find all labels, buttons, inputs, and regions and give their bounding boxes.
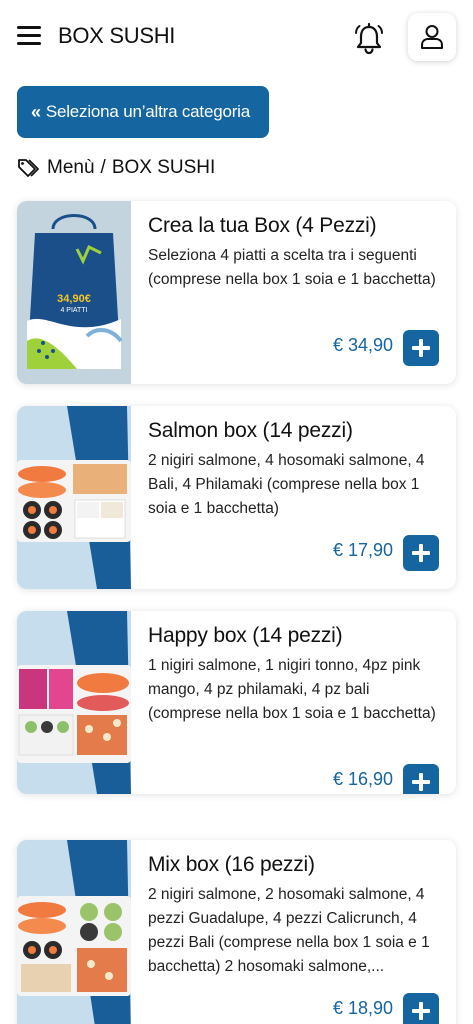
add-to-cart-button[interactable] (403, 330, 439, 366)
product-description: 1 nigiri salmone, 1 nigiri tonno, 4pz pi… (148, 657, 436, 722)
back-button-label: Seleziona un’altra categoria (45, 102, 251, 121)
product-price: € 34,90 (332, 335, 393, 355)
bell-icon[interactable] (352, 22, 386, 56)
product-card[interactable]: Salmon box (14 pezzi) 2 nigiri salmone, … (17, 406, 456, 589)
product-image-bag: 34,90€ 4 PIATTI (17, 201, 131, 384)
page-title: BOX SUSHI (58, 23, 176, 48)
product-price: € 18,90 (332, 998, 393, 1018)
product-description: Seleziona 4 piatti a scelta tra i seguen… (148, 247, 436, 288)
back-to-categories-button[interactable]: « Seleziona un’altra categoria (17, 86, 269, 138)
product-image-happy-box (17, 611, 131, 794)
product-price: € 16,90 (332, 769, 393, 789)
breadcrumb: Menù / BOX SUSHI (17, 155, 215, 181)
product-name: Crea la tua Box (4 Pezzi) (148, 214, 377, 237)
add-to-cart-button[interactable] (403, 993, 439, 1024)
product-name: Mix box (16 pezzi) (148, 853, 315, 876)
product-description: 2 nigiri salmone, 4 hosomaki salmone, 4 … (148, 452, 425, 517)
breadcrumb-root[interactable]: Menù (47, 157, 95, 179)
bag-price-label: 34,90€ (57, 293, 91, 305)
product-image-mix-box (17, 840, 131, 1024)
product-card[interactable]: 34,90€ 4 PIATTI Crea la tua Box (4 Pezzi… (17, 201, 456, 384)
breadcrumb-separator: / (100, 157, 106, 178)
user-profile-button[interactable] (408, 13, 456, 61)
bag-piatti-label: 4 PIATTI (60, 307, 88, 314)
add-to-cart-button[interactable] (403, 764, 439, 794)
product-card[interactable]: Happy box (14 pezzi) 1 nigiri salmone, 1… (17, 611, 456, 794)
user-icon (421, 25, 443, 49)
product-name: Salmon box (14 pezzi) (148, 419, 353, 442)
double-chevron-left-icon: « (31, 101, 41, 122)
product-description: 2 nigiri salmone, 2 hosomaki salmone, 4 … (148, 886, 430, 975)
tag-icon (18, 159, 39, 177)
hamburger-menu-icon[interactable] (17, 26, 41, 46)
product-card[interactable]: Mix box (16 pezzi) 2 nigiri salmone, 2 h… (17, 840, 456, 1024)
app-header: BOX SUSHI (0, 0, 473, 72)
product-name: Happy box (14 pezzi) (148, 624, 343, 647)
product-price: € 17,90 (332, 540, 393, 560)
product-image-salmon-box (17, 406, 131, 589)
breadcrumb-current: BOX SUSHI (111, 157, 216, 178)
add-to-cart-button[interactable] (403, 535, 439, 571)
